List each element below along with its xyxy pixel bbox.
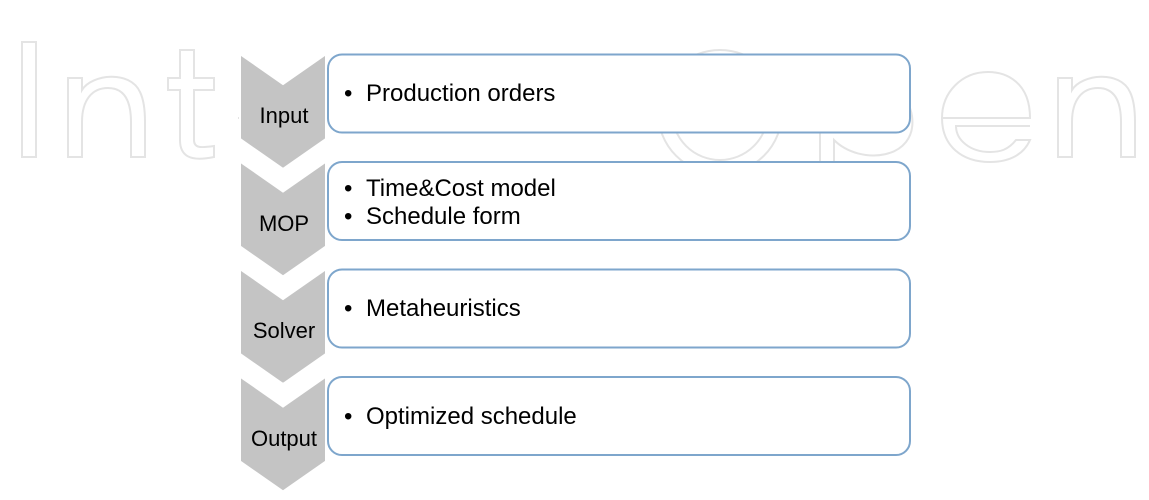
bullet-text: Optimized schedule (366, 402, 577, 430)
step-label: Input (259, 103, 309, 128)
bullet-item: • Schedule form (338, 203, 556, 231)
bullet-text: Metaheuristics (366, 295, 521, 322)
bullet-text: Production orders (366, 80, 556, 107)
bullet-dot-icon: • (344, 80, 353, 107)
step-bullet-list: • Time&Cost model • Schedule form (338, 175, 556, 231)
bullet-dot-icon: • (344, 295, 353, 322)
bullet-item: • Production orders (338, 80, 555, 108)
bullet-text: Time&Cost model (366, 174, 556, 202)
bullet-dot-icon: • (344, 174, 353, 202)
bullet-item: • Metaheuristics (338, 295, 521, 323)
bullet-dot-icon: • (344, 202, 353, 230)
bullet-text: Schedule form (366, 202, 521, 230)
step-bullet-list: • Optimized schedule (338, 403, 577, 431)
step-label: Output (250, 425, 318, 451)
bullet-dot-icon: • (344, 402, 353, 430)
bullet-item: • Time&Cost model (338, 175, 556, 203)
process-flow-diagram: Input • Production orders MOP • Time&Cost mod… (0, 0, 1149, 500)
step-bullet-list: • Metaheuristics (338, 295, 521, 323)
step-label: MOP (258, 210, 310, 236)
step-label: Solver (252, 318, 316, 343)
bullet-item: • Optimized schedule (338, 403, 577, 431)
step-bullet-list: • Production orders (338, 80, 555, 108)
